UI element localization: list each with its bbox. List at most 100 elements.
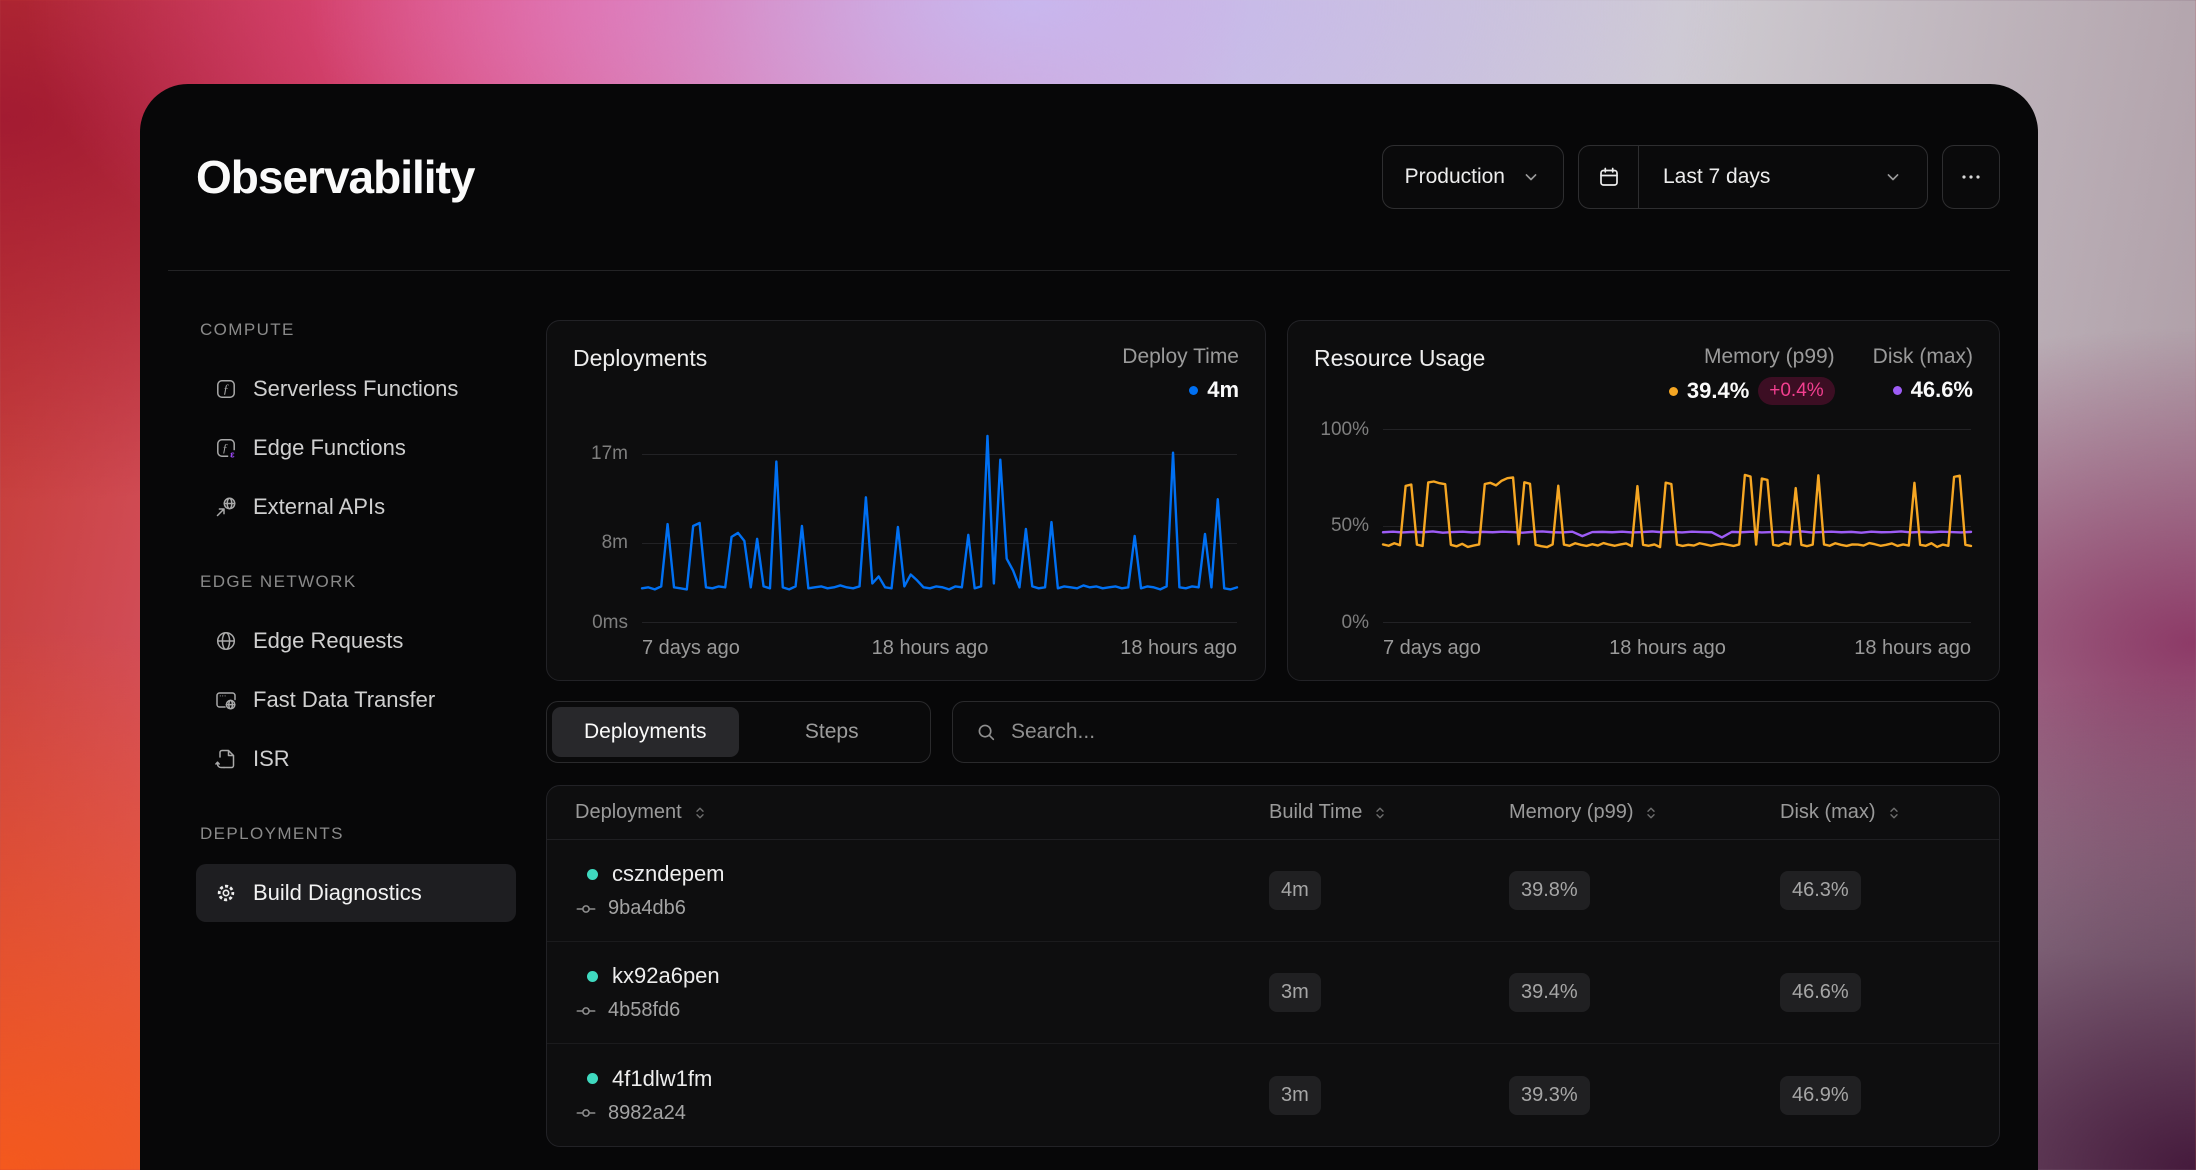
build-time-badge: 3m (1269, 1076, 1321, 1115)
deployments-chart-card: Deployments Deploy Time 4m 17m8m0ms7 (546, 320, 1266, 681)
chart-legend: Memory (p99) 39.4% +0.4% Disk (max) (1669, 345, 1973, 405)
edge-function-icon: ƒε (214, 436, 238, 460)
column-header-deployment[interactable]: Deployment (575, 801, 1269, 824)
y-axis-tick-label: 8m (602, 532, 628, 554)
column-header-memory[interactable]: Memory (p99) (1509, 801, 1780, 824)
sort-icon (1643, 805, 1659, 821)
commit-hash: 9ba4db6 (608, 897, 686, 920)
external-api-icon (214, 495, 238, 519)
fast-data-transfer-icon (214, 688, 238, 712)
more-options-button[interactable] (1942, 145, 2000, 209)
environment-dropdown[interactable]: Production (1382, 145, 1564, 209)
sort-icon (692, 805, 708, 821)
sidebar-item-label: Build Diagnostics (253, 880, 422, 906)
memory-badge: 39.4% (1509, 973, 1590, 1012)
observability-panel: Observability Production Last 7 days (140, 84, 2038, 1170)
resource-usage-chart: 100%50%0%7 days ago18 hours ago18 hours … (1383, 429, 1971, 622)
sidebar-section-edge-network: EDGE NETWORK Edge Requests Fast Data Tra… (196, 572, 516, 788)
main-area: Deployments Deploy Time 4m 17m8m0ms7 (546, 320, 2000, 1147)
sidebar: COMPUTE ƒ Serverless Functions ƒε Edge F… (196, 320, 516, 1147)
y-axis-tick-label: 0% (1342, 612, 1369, 634)
content: COMPUTE ƒ Serverless Functions ƒε Edge F… (140, 271, 2038, 1147)
sort-icon (1372, 805, 1388, 821)
chart-legend: Deploy Time 4m (1122, 345, 1239, 403)
series-memory-p99- (1383, 475, 1971, 547)
legend-value: 39.4% (1687, 378, 1749, 404)
svg-text:ε: ε (230, 450, 235, 460)
commit-icon (575, 898, 597, 920)
sidebar-item-label: Serverless Functions (253, 376, 458, 402)
gridline: 0ms (642, 622, 1237, 623)
sidebar-item-label: ISR (253, 746, 290, 772)
legend-label: Disk (max) (1873, 345, 1973, 369)
table-row[interactable]: kx92a6pen 4b58fd6 3m 39.4% 46.6% (547, 942, 1999, 1044)
disk-badge: 46.6% (1780, 973, 1861, 1012)
table-header-row: Deployment Build Time Memory (p99) Disk … (547, 786, 1999, 840)
date-range-label: Last 7 days (1663, 165, 1770, 189)
section-label: DEPLOYMENTS (200, 824, 516, 844)
memory-badge: 39.3% (1509, 1076, 1590, 1115)
sidebar-item-fast-data-transfer[interactable]: Fast Data Transfer (196, 671, 516, 729)
header-controls: Production Last 7 days (1382, 145, 2000, 209)
tab-deployments[interactable]: Deployments (552, 707, 739, 757)
x-axis-tick-label: 18 hours ago (1854, 637, 1971, 660)
search-input[interactable] (1011, 720, 1977, 744)
deploy-time-chart: 17m8m0ms7 days ago18 hours ago18 hours a… (642, 429, 1237, 622)
tab-steps[interactable]: Steps (739, 707, 926, 757)
column-header-build-time[interactable]: Build Time (1269, 801, 1509, 824)
build-time-badge: 3m (1269, 973, 1321, 1012)
chevron-down-icon (1521, 167, 1541, 187)
legend-label: Memory (p99) (1669, 345, 1835, 369)
section-label: COMPUTE (200, 320, 516, 340)
page-title: Observability (196, 150, 474, 204)
card-header: Deployments Deploy Time 4m (547, 321, 1265, 403)
ellipsis-icon (1959, 165, 1983, 189)
series-deploy-time (642, 436, 1237, 589)
legend-deploy-time: Deploy Time 4m (1122, 345, 1239, 403)
commit-hash: 8982a24 (608, 1102, 686, 1125)
legend-dot-blue (1189, 386, 1198, 395)
calendar-segment[interactable] (1579, 146, 1639, 208)
globe-icon (214, 629, 238, 653)
sidebar-item-serverless-functions[interactable]: ƒ Serverless Functions (196, 360, 516, 418)
environment-label: Production (1405, 165, 1505, 189)
build-time-badge: 4m (1269, 871, 1321, 910)
legend-memory: Memory (p99) 39.4% +0.4% (1669, 345, 1835, 405)
function-icon: ƒ (214, 377, 238, 401)
y-axis-tick-label: 0ms (592, 612, 628, 634)
filter-row: Deployments Steps (546, 701, 2000, 763)
y-axis-tick-label: 50% (1331, 515, 1369, 537)
table-row[interactable]: cszndepem 9ba4db6 4m 39.8% 46.3% (547, 840, 1999, 942)
date-range-control[interactable]: Last 7 days (1578, 145, 1928, 209)
delta-badge: +0.4% (1758, 377, 1834, 405)
x-axis-labels: 7 days ago18 hours ago18 hours ago (642, 637, 1237, 660)
legend-value: 46.6% (1911, 377, 1973, 403)
column-header-disk[interactable]: Disk (max) (1780, 801, 1973, 824)
chart-line-svg (1383, 429, 1971, 622)
y-axis-tick-label: 17m (591, 443, 628, 465)
sidebar-item-isr[interactable]: ISR (196, 730, 516, 788)
search-box[interactable] (952, 701, 2000, 763)
sidebar-item-edge-functions[interactable]: ƒε Edge Functions (196, 419, 516, 477)
legend-dot-orange (1669, 387, 1678, 396)
chart-title: Deployments (573, 345, 707, 403)
x-axis-tick-label: 18 hours ago (1120, 637, 1237, 660)
sidebar-item-build-diagnostics[interactable]: Build Diagnostics (196, 864, 516, 922)
chart-line-svg (642, 429, 1237, 622)
legend-value: 4m (1207, 377, 1239, 403)
legend-dot-purple (1893, 386, 1902, 395)
resource-usage-chart-card: Resource Usage Memory (p99) 39.4% +0.4% (1287, 320, 2000, 681)
sidebar-item-external-apis[interactable]: External APIs (196, 478, 516, 536)
x-axis-labels: 7 days ago 18 hours ago 18 hours ago (1383, 637, 1971, 660)
disk-badge: 46.9% (1780, 1076, 1861, 1115)
x-axis-tick-label: 7 days ago (1383, 637, 1481, 660)
sidebar-item-edge-requests[interactable]: Edge Requests (196, 612, 516, 670)
deployment-name: cszndepem (612, 861, 725, 887)
x-axis-tick-label: 18 hours ago (1609, 637, 1726, 660)
table-row[interactable]: 4f1dlw1fm 8982a24 3m 39.3% 46.9% (547, 1044, 1999, 1146)
date-range-dropdown[interactable]: Last 7 days (1639, 165, 1927, 189)
x-axis-tick-label: 18 hours ago (872, 637, 989, 660)
deployment-name: 4f1dlw1fm (612, 1066, 712, 1092)
chart-title: Resource Usage (1314, 345, 1485, 405)
section-label: EDGE NETWORK (200, 572, 516, 592)
